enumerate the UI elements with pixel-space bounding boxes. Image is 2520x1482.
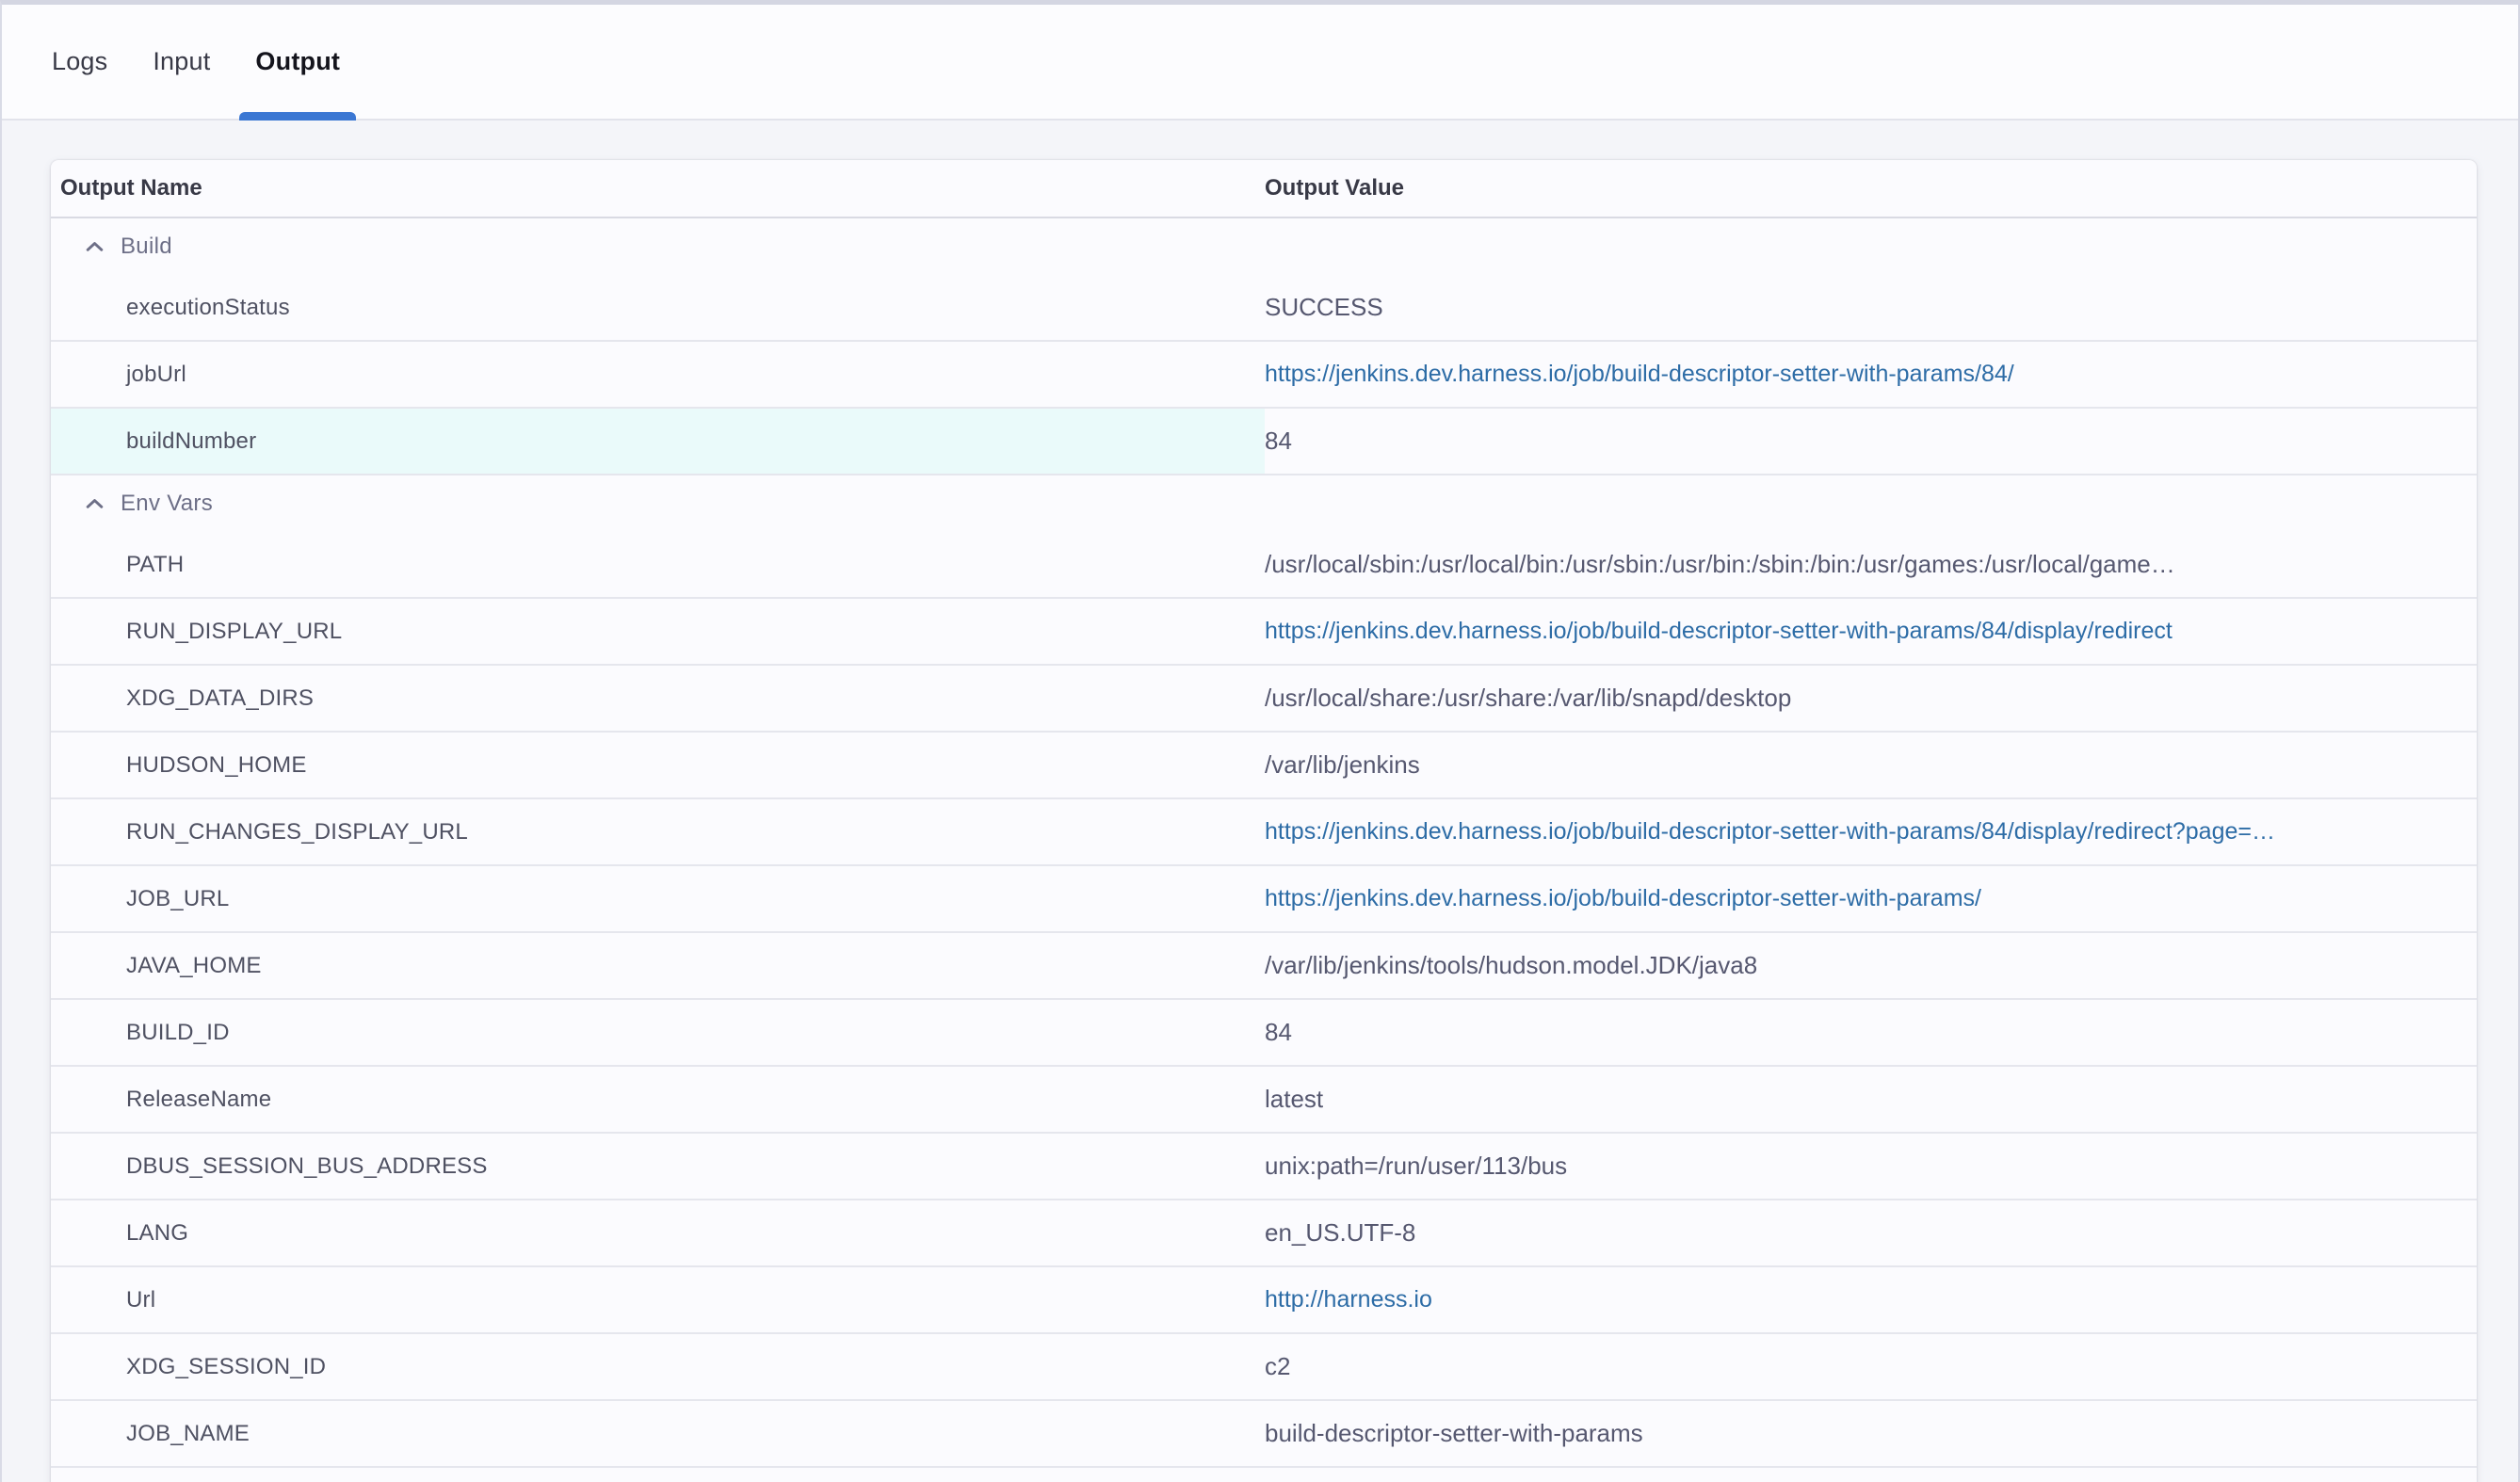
output-name: executionStatus: [51, 275, 1265, 340]
column-header-output-value: Output Value: [1265, 175, 2477, 201]
tab-output[interactable]: Output: [239, 5, 356, 119]
group-toggle-build[interactable]: Build: [51, 218, 2477, 275]
output-value: /usr/local/sbin:/usr/local/bin:/usr/sbin…: [1265, 550, 2175, 579]
group-label-env-vars: Env Vars: [121, 491, 213, 517]
output-name: DBUS_SESSION_BUS_ADDRESS: [51, 1134, 1265, 1199]
output-value: 84: [1265, 1018, 1292, 1047]
group-label-build: Build: [121, 234, 172, 260]
output-panel: Output Name Output Value Build execution…: [2, 121, 2518, 1482]
output-value-link[interactable]: http://harness.io: [1265, 1286, 1432, 1313]
table-row: JAVA_HOME /var/lib/jenkins/tools/hudson.…: [51, 933, 2477, 1000]
table-row[interactable]: buildNumber 84: [51, 409, 2477, 475]
table-row: HUDSON_HOME /var/lib/jenkins: [51, 733, 2477, 799]
output-name: XDG_SESSION_ID: [51, 1334, 1265, 1399]
output-name: ReleaseName: [51, 1067, 1265, 1132]
output-name: buildNumber: [51, 409, 1265, 474]
output-value: SUCCESS: [1265, 293, 1383, 322]
output-value-link[interactable]: https://jenkins.dev.harness.io/job/build…: [1265, 618, 2173, 645]
active-tab-underline: [239, 112, 356, 121]
output-name: jobUrl: [51, 342, 1265, 407]
chevron-up-icon: [82, 234, 107, 260]
output-value-link[interactable]: https://jenkins.dev.harness.io/job/build…: [1265, 818, 2275, 846]
output-name: RUN_CHANGES_DISPLAY_URL: [51, 799, 1265, 864]
table-row: JOB_URL https://jenkins.dev.harness.io/j…: [51, 866, 2477, 933]
output-value: /var/lib/jenkins: [1265, 750, 1420, 780]
table-row: JOB_NAME build-descriptor-setter-with-pa…: [51, 1401, 2477, 1468]
table-row: Url http://harness.io: [51, 1267, 2477, 1334]
output-value-link[interactable]: https://jenkins.dev.harness.io/job/build…: [1265, 361, 2014, 388]
table-row: BUILD_ID 84: [51, 1000, 2477, 1067]
output-value: c2: [1265, 1352, 1290, 1381]
column-header-output-name: Output Name: [51, 175, 1265, 201]
output-value: build-descriptor-setter-with-params: [1265, 1419, 1643, 1448]
table-row: executionStatus SUCCESS: [51, 275, 2477, 342]
table-row: DBUS_SESSION_BUS_ADDRESS unix:path=/run/…: [51, 1134, 2477, 1200]
output-value: /usr/local/share:/usr/share:/var/lib/sna…: [1265, 684, 1791, 713]
output-name: JOB_URL: [51, 866, 1265, 931]
output-name: BUILD_ID: [51, 1000, 1265, 1065]
output-value-link[interactable]: https://jenkins.dev.harness.io/job/build…: [1265, 885, 1981, 912]
tab-bar: Logs Input Output: [2, 5, 2518, 121]
output-name: PATH: [51, 532, 1265, 597]
chevron-up-icon: [82, 491, 107, 517]
table-row: RUN_DISPLAY_URL https://jenkins.dev.harn…: [51, 599, 2477, 666]
output-name: JOB_NAME: [51, 1401, 1265, 1466]
output-table: Output Name Output Value Build execution…: [51, 160, 2477, 1482]
table-row: jobUrl https://jenkins.dev.harness.io/jo…: [51, 342, 2477, 409]
table-header: Output Name Output Value: [51, 160, 2477, 218]
output-name: RUN_DISPLAY_URL: [51, 599, 1265, 664]
table-row: RUN_CHANGES_DISPLAY_URL https://jenkins.…: [51, 799, 2477, 866]
output-name: JAVA_HOME: [51, 933, 1265, 998]
output-value: latest: [1265, 1085, 1323, 1114]
output-name: HUDSON_HOME: [51, 733, 1265, 797]
output-value: en_US.UTF-8: [1265, 1218, 1415, 1248]
output-name: LANG: [51, 1200, 1265, 1265]
table-row: XDG_SESSION_ID c2: [51, 1334, 2477, 1401]
tab-logs[interactable]: Logs: [36, 5, 123, 119]
tab-output-label: Output: [255, 47, 340, 76]
output-value: /var/lib/jenkins/tools/hudson.model.JDK/…: [1265, 951, 1757, 980]
output-name: XDG_DATA_DIRS: [51, 666, 1265, 731]
output-name: Url: [51, 1267, 1265, 1332]
table-row: ReleaseName latest: [51, 1067, 2477, 1134]
table-row: XDG_DATA_DIRS /usr/local/share:/usr/shar…: [51, 666, 2477, 733]
group-toggle-env-vars[interactable]: Env Vars: [51, 475, 2477, 532]
table-row: LANG en_US.UTF-8: [51, 1200, 2477, 1267]
output-value: unix:path=/run/user/113/bus: [1265, 1152, 1567, 1181]
output-value: 84: [1265, 427, 1292, 456]
tab-input[interactable]: Input: [137, 5, 226, 119]
table-row: PATH /usr/local/sbin:/usr/local/bin:/usr…: [51, 532, 2477, 599]
